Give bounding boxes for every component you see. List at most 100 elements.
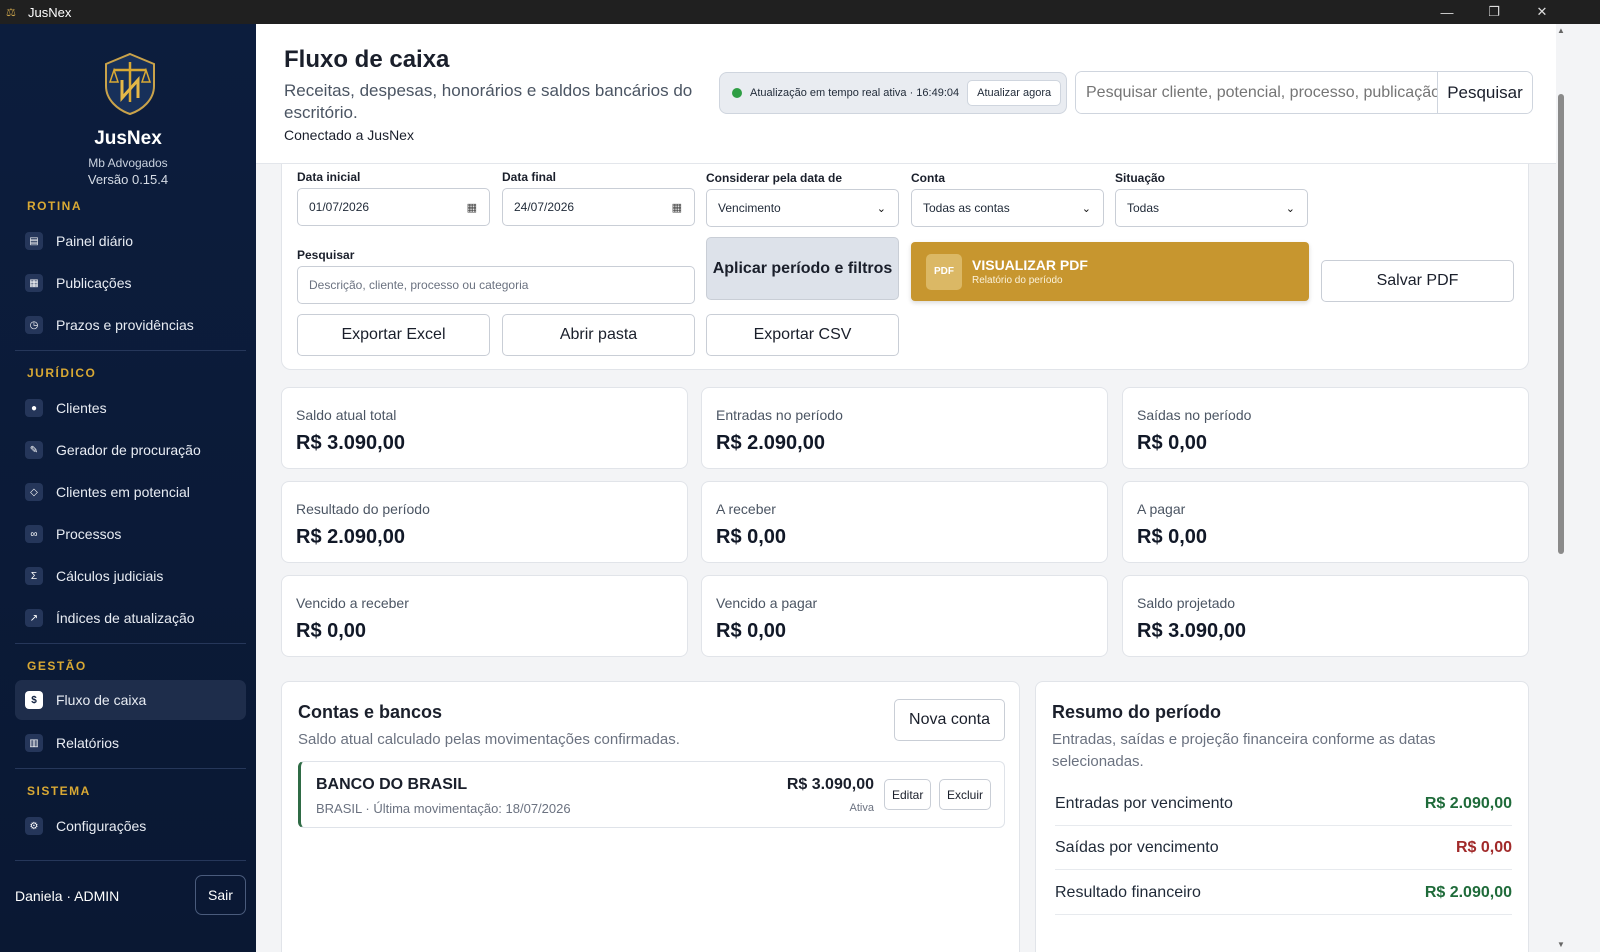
account-label: Conta — [911, 171, 945, 185]
calendar-icon[interactable]: ▦ — [672, 201, 682, 214]
card-value: R$ 0,00 — [296, 620, 367, 642]
card-vencido-receber: Vencido a receber R$ 0,00 — [281, 575, 688, 657]
newspaper-icon: ▦ — [25, 274, 43, 292]
new-account-button[interactable]: Nova conta — [894, 699, 1005, 741]
start-date-label: Data inicial — [297, 170, 361, 184]
refresh-now-button[interactable]: Atualizar agora — [967, 80, 1062, 106]
chevron-down-icon: ⌄ — [1081, 202, 1091, 215]
sidebar-item-painel[interactable]: ▤ Painel diário — [15, 221, 246, 261]
card-label: Saídas no período — [1137, 407, 1252, 423]
end-date-input[interactable]: 24/07/2026 ▦ — [502, 188, 695, 226]
save-pdf-button[interactable]: Salvar PDF — [1321, 260, 1514, 302]
card-saldo-atual: Saldo atual total R$ 3.090,00 — [281, 387, 688, 469]
card-value: R$ 0,00 — [1137, 526, 1208, 548]
section-juridico: JURÍDICO — [27, 366, 97, 380]
sidebar-divider — [15, 643, 246, 644]
consider-date-value: Vencimento — [718, 201, 781, 215]
sidebar-item-publicacoes[interactable]: ▦ Publicações — [15, 263, 246, 303]
jusnex-logo-icon — [105, 52, 155, 116]
sidebar-item-label: Gerador de procuração — [56, 442, 201, 458]
card-saidas: Saídas no período R$ 0,00 — [1122, 387, 1529, 469]
export-csv-button[interactable]: Exportar CSV — [706, 314, 899, 356]
accounts-panel: Contas e bancos Saldo atual calculado pe… — [281, 681, 1020, 952]
section-rotina: ROTINA — [27, 199, 82, 213]
sidebar-item-procuracao[interactable]: ✎ Gerador de procuração — [15, 430, 246, 470]
accounts-subtitle: Saldo atual calculado pelas movimentaçõe… — [298, 731, 680, 748]
consider-date-label: Considerar pela data de — [706, 171, 843, 185]
chevron-down-icon: ⌄ — [876, 202, 886, 215]
calendar-icon[interactable]: ▦ — [467, 201, 477, 214]
sidebar-item-clientes[interactable]: ● Clientes — [15, 388, 246, 428]
sidebar-item-label: Configurações — [56, 818, 147, 834]
summary-row: Saídas por vencimento R$ 0,00 — [1055, 826, 1512, 870]
sidebar-item-label: Cálculos judiciais — [56, 568, 164, 584]
chevron-down-icon: ⌄ — [1285, 202, 1295, 215]
account-value: Todas as contas — [923, 201, 1010, 215]
status-select[interactable]: Todas ⌄ — [1115, 189, 1308, 227]
sidebar-divider — [15, 350, 246, 351]
minimize-button[interactable]: — — [1424, 0, 1470, 24]
realtime-text: Atualização em tempo real ativa · 16:49:… — [750, 87, 960, 99]
consider-date-select[interactable]: Vencimento ⌄ — [706, 189, 899, 227]
section-sistema: SISTEMA — [27, 784, 91, 798]
close-button[interactable]: ✕ — [1519, 0, 1565, 24]
global-search-button[interactable]: Pesquisar — [1437, 72, 1532, 113]
maximize-button[interactable]: ❐ — [1471, 0, 1517, 24]
view-pdf-button[interactable]: PDF VISUALIZAR PDF Relatório do período — [911, 242, 1309, 301]
delete-account-button[interactable]: Excluir — [939, 779, 992, 810]
open-folder-button[interactable]: Abrir pasta — [502, 314, 695, 356]
sidebar-item-prazos[interactable]: ◷ Prazos e providências — [15, 305, 246, 345]
sidebar-item-processos[interactable]: ∞ Processos — [15, 514, 246, 554]
apply-filters-button[interactable]: Aplicar período e filtros — [706, 237, 899, 300]
card-entradas: Entradas no período R$ 2.090,00 — [701, 387, 1108, 469]
sidebar-item-label: Clientes em potencial — [56, 484, 190, 500]
report-icon: ▥ — [25, 734, 43, 752]
user-icon: ● — [25, 399, 43, 417]
card-label: Saldo projetado — [1137, 595, 1236, 611]
logout-button[interactable]: Sair — [195, 875, 246, 915]
card-label: A receber — [716, 501, 776, 517]
summary-title: Resumo do período — [1052, 702, 1222, 722]
global-search: Pesquisar — [1075, 71, 1533, 114]
search-filter-input[interactable]: Descrição, cliente, processo ou categori… — [297, 266, 695, 304]
edit-account-button[interactable]: Editar — [884, 779, 932, 810]
summary-row-value: R$ 2.090,00 — [1424, 883, 1512, 901]
global-search-input[interactable] — [1076, 72, 1437, 113]
export-excel-button[interactable]: Exportar Excel — [297, 314, 490, 356]
page-subtitle: Receitas, despesas, honorários e saldos … — [284, 81, 693, 122]
sidebar-item-calculos[interactable]: Σ Cálculos judiciais — [15, 556, 246, 596]
diamond-icon: ◇ — [25, 483, 43, 501]
app-scales-icon: ⚖ — [6, 6, 16, 19]
scroll-down-icon[interactable]: ▼ — [1556, 940, 1566, 949]
section-gestao: GESTÃO — [27, 659, 87, 673]
sidebar-item-label: Clientes — [56, 400, 107, 416]
summary-row-label: Entradas por vencimento — [1055, 794, 1233, 812]
gear-icon: ⚙ — [25, 817, 43, 835]
sidebar-item-indices[interactable]: ↗ Índices de atualização — [15, 598, 246, 638]
end-date-value: 24/07/2026 — [514, 200, 575, 214]
brand-name: JusNex — [94, 128, 162, 149]
scroll-up-icon[interactable]: ▲ — [1556, 26, 1566, 35]
sidebar-item-relatorios[interactable]: ▥ Relatórios — [15, 723, 246, 763]
sidebar-item-configuracoes[interactable]: ⚙ Configurações — [15, 806, 246, 846]
pen-icon: ✎ — [25, 441, 43, 459]
card-value: R$ 0,00 — [716, 620, 787, 642]
sidebar: JusNex Mb Advogados Versão 0.15.4 ROTINA… — [0, 24, 256, 952]
sidebar-item-fluxo[interactable]: $ Fluxo de caixa — [15, 680, 246, 720]
sidebar-item-label: Relatórios — [56, 735, 120, 751]
card-a-pagar: A pagar R$ 0,00 — [1122, 481, 1529, 563]
accounts-title: Contas e bancos — [298, 702, 443, 722]
card-label: Entradas no período — [716, 407, 843, 423]
status-label: Situação — [1115, 171, 1166, 185]
binoculars-icon: ∞ — [25, 525, 43, 543]
start-date-input[interactable]: 01/07/2026 ▦ — [297, 188, 490, 226]
sidebar-divider — [15, 860, 246, 861]
scrollbar-thumb[interactable] — [1558, 94, 1564, 554]
brand-version: Versão 0.15.4 — [87, 172, 169, 187]
sidebar-item-potencial[interactable]: ◇ Clientes em potencial — [15, 472, 246, 512]
sidebar-divider — [15, 768, 246, 769]
view-pdf-subtitle: Relatório do período — [972, 275, 1063, 286]
summary-row-label: Saídas por vencimento — [1055, 838, 1219, 856]
sidebar-item-label: Fluxo de caixa — [56, 692, 147, 708]
account-select[interactable]: Todas as contas ⌄ — [911, 189, 1104, 227]
